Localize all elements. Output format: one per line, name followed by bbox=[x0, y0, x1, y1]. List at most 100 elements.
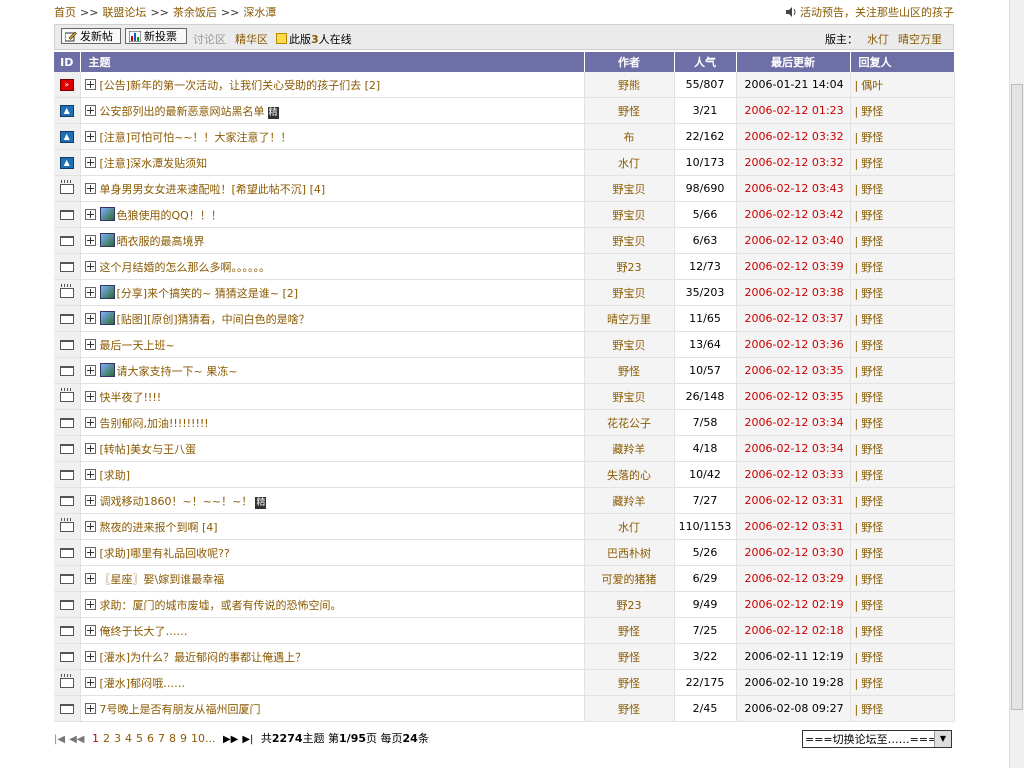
topic-replier[interactable]: 野怪 bbox=[861, 287, 883, 300]
topic-replier[interactable]: 野怪 bbox=[861, 547, 883, 560]
topic-pages-link[interactable]: [4] bbox=[202, 521, 218, 534]
forum-switch-select[interactable]: ===切换论坛至……==== ▼ bbox=[802, 730, 952, 748]
topic-replier[interactable]: 野怪 bbox=[861, 443, 883, 456]
topic-author[interactable]: 野宝贝 bbox=[584, 383, 675, 410]
topic-author[interactable]: 野宝贝 bbox=[584, 227, 675, 254]
topic-author[interactable]: 野23 bbox=[584, 591, 675, 618]
topic-title-link[interactable]: 色狼使用的QQ！！！ bbox=[117, 209, 222, 222]
topic-author[interactable]: 野怪 bbox=[584, 695, 675, 722]
topic-replier[interactable]: 野怪 bbox=[861, 391, 883, 404]
topic-replier[interactable]: 野怪 bbox=[861, 183, 883, 196]
breadcrumb-forum[interactable]: 联盟论坛 bbox=[102, 6, 146, 19]
topic-author[interactable]: 野宝贝 bbox=[584, 279, 675, 306]
topic-title-link[interactable]: 求助：厦门的城市废墟，或者有传说的恐怖空间。 bbox=[100, 599, 342, 612]
topic-replier[interactable]: 偶叶 bbox=[861, 79, 883, 92]
page-number-link[interactable]: 1 bbox=[92, 732, 99, 745]
topic-replier[interactable]: 野怪 bbox=[861, 521, 883, 534]
topic-title-link[interactable]: 调戏移动1860！~！~~！~！ bbox=[100, 495, 253, 508]
first-page-icon[interactable]: |◀ bbox=[54, 734, 65, 745]
topic-replier[interactable]: 野怪 bbox=[861, 703, 883, 716]
topic-replier[interactable]: 野怪 bbox=[861, 469, 883, 482]
topic-title-link[interactable]: 最后一天上班~ bbox=[100, 339, 175, 352]
topic-author[interactable]: 布 bbox=[584, 123, 675, 150]
expand-icon[interactable] bbox=[84, 286, 96, 298]
discussion-area-link[interactable]: 讨论区 bbox=[193, 31, 226, 47]
expand-icon[interactable] bbox=[84, 442, 96, 454]
topic-title-link[interactable]: 请大家支持一下~ 果冻~ bbox=[117, 365, 238, 378]
expand-icon[interactable] bbox=[84, 494, 96, 506]
topic-pages-link[interactable]: [2] bbox=[365, 79, 381, 92]
topic-title-link[interactable]: 〖星座〗娶\嫁到谁最幸福 bbox=[100, 573, 225, 586]
page-scrollbar[interactable] bbox=[1009, 0, 1024, 768]
topic-title-link[interactable]: [注意]深水潭发贴须知 bbox=[100, 157, 208, 170]
page-number-link[interactable]: 8 bbox=[169, 732, 176, 745]
topic-author[interactable]: 晴空万里 bbox=[584, 305, 675, 332]
expand-icon[interactable] bbox=[84, 572, 96, 584]
topic-title-link[interactable]: [注意]可怕可怕~~！！大家注意了！！ bbox=[100, 131, 292, 144]
topic-author[interactable]: 巴西朴树 bbox=[584, 539, 675, 566]
topic-author[interactable]: 野怪 bbox=[584, 97, 675, 124]
topic-title-link[interactable]: [分享]来个搞笑的~ 猜猜这是谁~ bbox=[117, 287, 280, 300]
topic-replier[interactable]: 野怪 bbox=[861, 677, 883, 690]
topic-author[interactable]: 野怪 bbox=[584, 357, 675, 384]
page-number-link[interactable]: 3 bbox=[114, 732, 121, 745]
topic-title-link[interactable]: [公告]新年的第一次活动，让我们关心受助的孩子们去 bbox=[100, 79, 362, 92]
expand-icon[interactable] bbox=[84, 702, 96, 714]
topic-title-link[interactable]: [贴图][原创]猜猜看，中间白色的是啥？ bbox=[117, 313, 310, 326]
moderator-link[interactable]: 水仃 bbox=[867, 31, 889, 47]
topic-author[interactable]: 野熊 bbox=[584, 72, 675, 98]
topic-replier[interactable]: 野怪 bbox=[861, 313, 883, 326]
expand-icon[interactable] bbox=[84, 260, 96, 272]
expand-icon[interactable] bbox=[84, 234, 96, 246]
topic-replier[interactable]: 野怪 bbox=[861, 573, 883, 586]
moderator-link[interactable]: 晴空万里 bbox=[898, 31, 942, 47]
topic-replier[interactable]: 野怪 bbox=[861, 209, 883, 222]
breadcrumb-category[interactable]: 茶余饭后 bbox=[173, 6, 217, 19]
topic-title-link[interactable]: [求助] bbox=[100, 469, 131, 482]
topic-author[interactable]: 野23 bbox=[584, 253, 675, 280]
topic-title-link[interactable]: 告别郁闷,加油!!!!!!!!! bbox=[100, 417, 209, 430]
topic-pages-link[interactable]: [4] bbox=[310, 183, 326, 196]
topic-title-link[interactable]: 快半夜了!!!! bbox=[100, 391, 162, 404]
last-page-icon[interactable]: ▶| bbox=[242, 734, 253, 745]
expand-icon[interactable] bbox=[84, 650, 96, 662]
topic-title-link[interactable]: 7号晚上是否有朋友从福州回厦门 bbox=[100, 703, 261, 716]
topic-author[interactable]: 可爱的猪猪 bbox=[584, 565, 675, 592]
topic-author[interactable]: 水仃 bbox=[584, 513, 675, 540]
announcement-link[interactable]: 活动预告，关注那些山区的孩子 bbox=[785, 4, 954, 20]
topic-replier[interactable]: 野怪 bbox=[861, 131, 883, 144]
topic-author[interactable]: 失落的心 bbox=[584, 461, 675, 488]
expand-icon[interactable] bbox=[84, 338, 96, 350]
topic-author[interactable]: 花花公子 bbox=[584, 409, 675, 436]
topic-author[interactable]: 野怪 bbox=[584, 669, 675, 696]
expand-icon[interactable] bbox=[84, 364, 96, 376]
topic-title-link[interactable]: [求助]哪里有礼品回收呢?? bbox=[100, 547, 230, 560]
topic-title-link[interactable]: 这个月结婚的怎么那么多啊。。。。。。 bbox=[100, 261, 271, 274]
topic-author[interactable]: 野怪 bbox=[584, 643, 675, 670]
page-number-link[interactable]: 6 bbox=[147, 732, 154, 745]
topic-replier[interactable]: 野怪 bbox=[861, 625, 883, 638]
topic-replier[interactable]: 野怪 bbox=[861, 365, 883, 378]
expand-icon[interactable] bbox=[84, 130, 96, 142]
topic-replier[interactable]: 野怪 bbox=[861, 495, 883, 508]
expand-icon[interactable] bbox=[84, 624, 96, 636]
topic-author[interactable]: 藏羚羊 bbox=[584, 487, 675, 514]
topic-replier[interactable]: 野怪 bbox=[861, 651, 883, 664]
expand-icon[interactable] bbox=[84, 208, 96, 220]
topic-author[interactable]: 野宝贝 bbox=[584, 175, 675, 202]
scrollbar-thumb[interactable] bbox=[1011, 84, 1023, 710]
expand-icon[interactable] bbox=[84, 598, 96, 610]
topic-author[interactable]: 藏羚羊 bbox=[584, 435, 675, 462]
topic-title-link[interactable]: 俺终于长大了…… bbox=[100, 625, 188, 638]
topic-title-link[interactable]: 晒衣服的最高境界 bbox=[117, 235, 205, 248]
topic-title-link[interactable]: [灌水]郁闷哦…… bbox=[100, 677, 186, 690]
elite-area-link[interactable]: 精华区 bbox=[235, 31, 268, 47]
breadcrumb-board[interactable]: 深水潭 bbox=[243, 6, 276, 19]
page-number-link[interactable]: 4 bbox=[125, 732, 132, 745]
topic-pages-link[interactable]: [2] bbox=[283, 287, 299, 300]
topic-title-link[interactable]: 公安部列出的最新恶意网站黑名单 bbox=[100, 105, 265, 118]
topic-replier[interactable]: 野怪 bbox=[861, 261, 883, 274]
topic-title-link[interactable]: [灌水]为什么？最近郁闷的事都让俺遇上？ bbox=[100, 651, 307, 664]
topic-replier[interactable]: 野怪 bbox=[861, 235, 883, 248]
next-page-icon[interactable]: ▶▶ bbox=[223, 734, 238, 745]
